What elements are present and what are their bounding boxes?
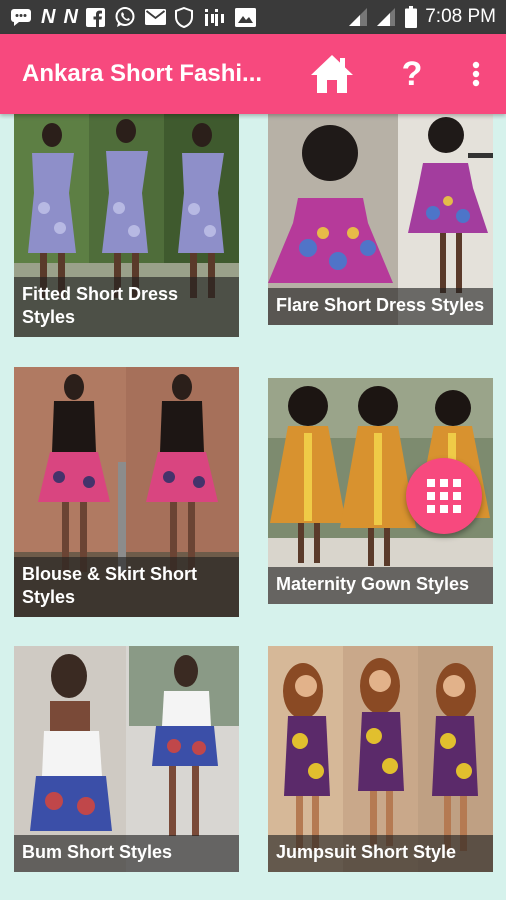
home-button[interactable]	[308, 50, 356, 98]
facebook-icon	[85, 7, 105, 27]
category-card-fitted-short-dress[interactable]: Fitted Short Dress Styles	[14, 113, 239, 337]
home-icon	[311, 55, 353, 93]
more-vert-icon	[472, 61, 480, 87]
more-options-button[interactable]	[458, 50, 494, 98]
n-app-icon: N	[41, 5, 55, 28]
category-label: Flare Short Dress Styles	[268, 288, 493, 325]
mail-icon	[144, 7, 166, 27]
app-bar: Ankara Short Fashi... ?	[0, 34, 506, 114]
shield-icon	[174, 6, 193, 28]
signal-icon	[349, 7, 369, 27]
category-card-flare-short-dress[interactable]: Flare Short Dress Styles	[268, 113, 493, 325]
n-app-icon: N	[63, 5, 77, 28]
app-title: Ankara Short Fashi...	[22, 60, 263, 87]
category-label: Bum Short Styles	[14, 835, 239, 872]
category-card-bum-short[interactable]: Bum Short Styles	[14, 646, 239, 872]
category-card-blouse-skirt[interactable]: Blouse & Skirt Short Styles	[14, 367, 239, 617]
image-icon	[234, 7, 256, 27]
grid-icon	[427, 479, 461, 513]
category-label: Jumpsuit Short Style	[268, 835, 493, 872]
jiji-icon	[202, 7, 226, 27]
signal-icon	[377, 7, 397, 27]
status-bar: N N 7:08 PM	[0, 0, 506, 34]
help-button[interactable]: ?	[392, 50, 432, 98]
battery-icon	[405, 6, 418, 28]
status-time: 7:08 PM	[425, 6, 496, 27]
category-card-jumpsuit-short[interactable]: Jumpsuit Short Style	[268, 646, 493, 872]
message-icon	[10, 7, 32, 27]
grid-menu-fab[interactable]	[406, 458, 482, 534]
category-label: Blouse & Skirt Short Styles	[14, 557, 239, 617]
category-label: Maternity Gown Styles	[268, 567, 493, 604]
category-label: Fitted Short Dress Styles	[14, 277, 239, 337]
whatsapp-icon	[114, 7, 136, 27]
